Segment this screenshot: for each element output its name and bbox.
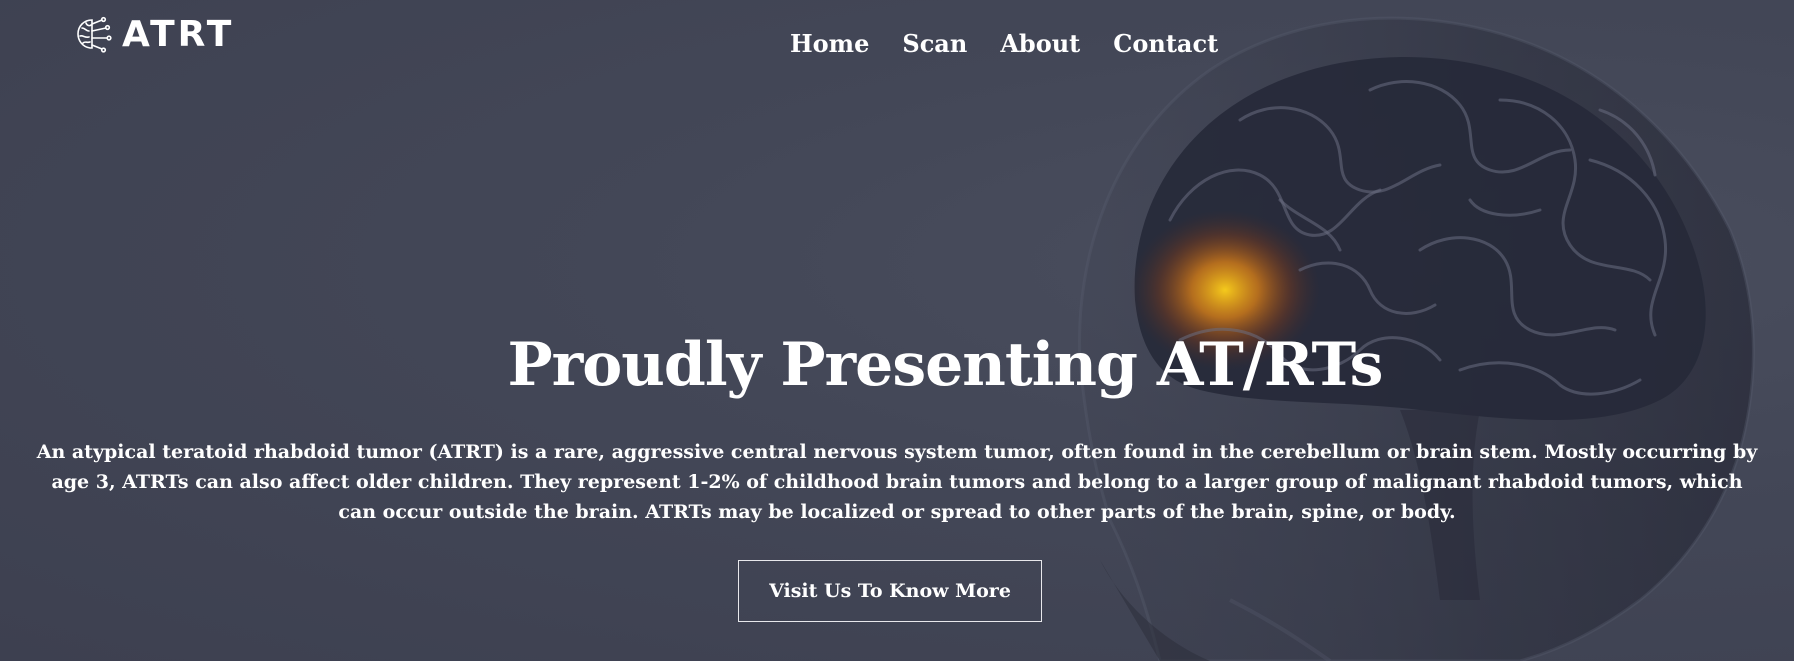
- hero-title: Proudly Presenting AT/RTs: [507, 330, 1384, 400]
- brain-circuit-icon: [72, 14, 114, 56]
- hero-description: An atypical teratoid rhabdoid tumor (ATR…: [36, 441, 1758, 523]
- brand-logo[interactable]: ATRT: [72, 14, 234, 56]
- brand-name: ATRT: [122, 14, 235, 55]
- visit-us-button[interactable]: Visit Us To Know More: [738, 560, 1042, 622]
- nav-scan[interactable]: Scan: [902, 24, 967, 64]
- nav-about[interactable]: About: [1000, 24, 1080, 64]
- nav-contact[interactable]: Contact: [1113, 24, 1218, 64]
- nav-home[interactable]: Home: [790, 24, 869, 64]
- main-nav: Home Scan About Contact: [790, 24, 1218, 64]
